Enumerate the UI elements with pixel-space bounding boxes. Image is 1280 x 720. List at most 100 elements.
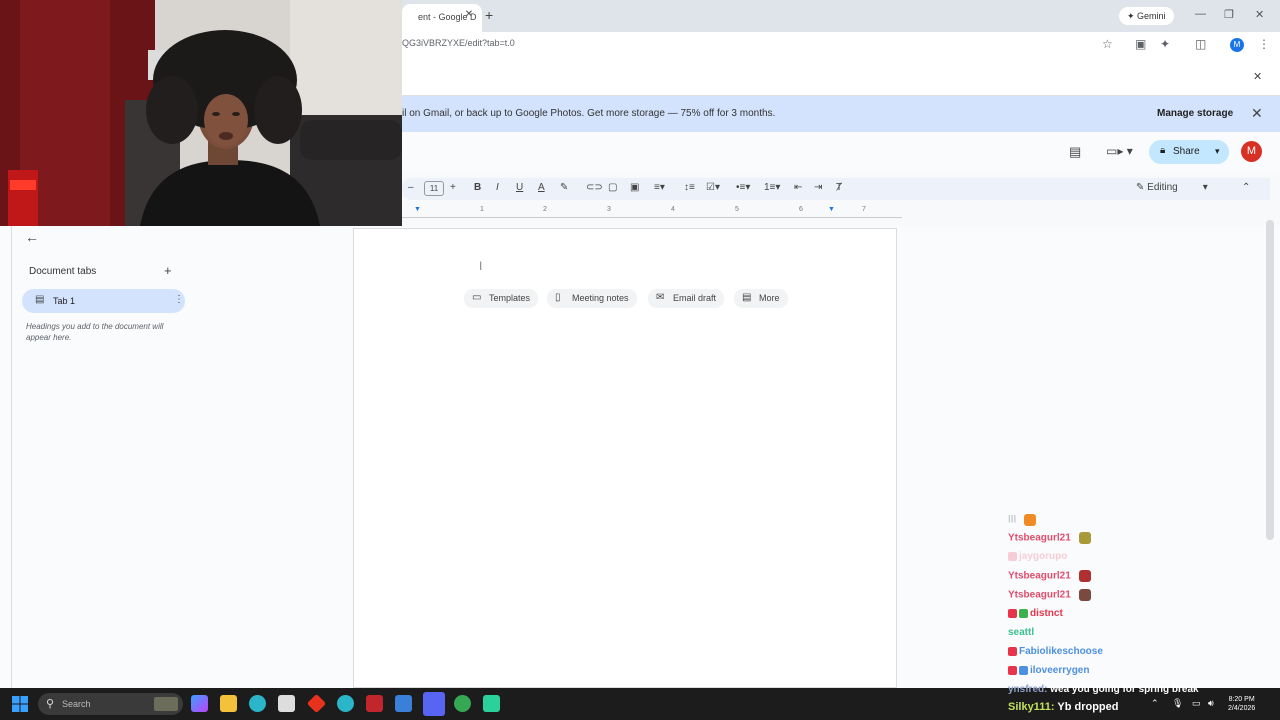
clear-format-icon[interactable]: Ⱦ	[836, 182, 842, 193]
align-icon[interactable]: ≡▾	[654, 182, 665, 193]
vertical-ruler	[0, 226, 12, 688]
line-spacing-icon[interactable]: ↕≡	[684, 182, 695, 193]
document-tab-item[interactable]: ▤ Tab 1 ⋮	[22, 289, 185, 313]
system-clock[interactable]: 8:20 PM 2/4/2026	[1228, 695, 1255, 713]
clock-time: 8:20 PM	[1228, 696, 1255, 703]
bookmark-star-icon[interactable]: ☆	[1102, 37, 1113, 51]
bullet-list-icon[interactable]: •≡▾	[736, 182, 750, 193]
chrome-icon[interactable]	[454, 695, 471, 712]
banner-close-icon[interactable]: ✕	[1251, 105, 1263, 122]
increase-font-icon[interactable]: +	[450, 182, 456, 193]
italic-icon[interactable]: I	[496, 182, 499, 193]
discord-icon[interactable]	[423, 692, 445, 716]
windows-start-icon[interactable]	[12, 696, 28, 712]
add-tab-button[interactable]: +	[164, 263, 172, 278]
puzzle-icon[interactable]: ✦	[1160, 37, 1170, 51]
volume-icon[interactable]: 🔊︎	[1208, 698, 1214, 709]
editing-mode-dropdown[interactable]: ✎ Editing ▾	[1136, 182, 1208, 193]
email-draft-icon: ✉	[656, 292, 665, 303]
share-button[interactable]: 🔒︎ Share ▾	[1149, 140, 1229, 164]
gemini-button[interactable]: ✦ Gemini	[1119, 7, 1174, 25]
close-icon[interactable]: ✕	[1253, 70, 1262, 83]
chip-label: More	[759, 293, 780, 303]
badge-icon	[1008, 551, 1017, 561]
microphone-icon[interactable]: 🎙︎	[1172, 698, 1183, 709]
chat-message: Silky111: Yb dropped	[1008, 701, 1118, 713]
numbered-list-icon[interactable]: 1≡▾	[764, 182, 780, 193]
checklist-icon[interactable]: ☑▾	[706, 182, 720, 193]
ruler-tick: 5	[735, 206, 739, 213]
comments-icon[interactable]: ▤	[1069, 144, 1081, 160]
decrease-font-icon[interactable]: –	[408, 182, 414, 193]
chat-user: ynsfred:	[1008, 684, 1048, 695]
bold-icon[interactable]: B	[474, 182, 481, 193]
indent-icon[interactable]: ⇥	[814, 182, 822, 193]
outdent-icon[interactable]: ⇤	[794, 182, 802, 193]
font-size-field[interactable]: 11	[424, 181, 444, 196]
highlight-icon[interactable]: ✎	[560, 182, 568, 193]
side-panel-icon[interactable]: ◫	[1195, 37, 1206, 51]
profile-avatar[interactable]: M	[1230, 38, 1244, 52]
store-icon[interactable]	[278, 695, 295, 712]
avatar[interactable]: M	[1241, 141, 1262, 162]
network-icon[interactable]: ▭	[1192, 698, 1201, 709]
chat-message: Ytsbeagurl21	[1008, 532, 1091, 544]
tab-close-icon[interactable]: ✕	[462, 8, 476, 22]
mail-icon[interactable]	[395, 695, 412, 712]
more-chip[interactable]: ▤ More	[734, 289, 788, 308]
extension-icon[interactable]: ▣	[1135, 37, 1146, 51]
comment-add-icon[interactable]: ▢	[608, 182, 617, 193]
document-page[interactable]: I ▭ Templates ▯ Meeting notes ✉ Email dr…	[353, 228, 897, 688]
minimize-button[interactable]: —	[1195, 8, 1206, 20]
meet-icon[interactable]: ▭▸ ▾	[1106, 144, 1133, 158]
clock-date: 2/4/2026	[1228, 705, 1256, 712]
link-icon[interactable]: ⊂⊃	[586, 182, 603, 193]
app-icon[interactable]	[306, 693, 327, 714]
restore-button[interactable]: ❐	[1224, 8, 1234, 21]
meeting-notes-chip[interactable]: ▯ Meeting notes	[547, 289, 637, 308]
url-text[interactable]: QG3iVBRZYXE/edit?tab=t.0	[402, 38, 515, 48]
badge-icon	[1019, 665, 1028, 675]
underline-icon[interactable]: U	[516, 182, 523, 193]
chat-user: seattl	[1008, 627, 1035, 638]
tab-options-icon[interactable]: ⋮	[174, 294, 184, 305]
horizontal-ruler: ▼ 1 2 3 4 5 6 ▼ 7	[402, 204, 902, 218]
new-tab-button[interactable]: +	[485, 7, 493, 23]
right-margin-marker-icon[interactable]: ▼	[828, 206, 835, 213]
edge-icon[interactable]	[249, 695, 266, 712]
ruler-tick: 2	[543, 206, 547, 213]
chat-text: wea you going for spring break	[1050, 684, 1199, 695]
app-icon[interactable]	[483, 695, 500, 712]
manage-storage-link[interactable]: Manage storage	[1157, 108, 1233, 119]
templates-chip[interactable]: ▭ Templates	[464, 289, 539, 308]
ruler-tick: 4	[671, 206, 675, 213]
chat-text: Yb dropped	[1057, 701, 1119, 713]
security-app-icon[interactable]	[366, 695, 383, 712]
webcam-overlay	[0, 0, 402, 226]
chat-user: Ytsbeagurl21	[1008, 532, 1071, 544]
back-arrow-icon[interactable]: ←	[25, 229, 39, 245]
chevron-down-icon[interactable]: ▾	[1215, 146, 1220, 157]
edge-beta-icon[interactable]	[337, 695, 354, 712]
editing-label: Editing	[1147, 182, 1178, 193]
file-explorer-icon[interactable]	[220, 695, 237, 712]
copilot-icon[interactable]	[191, 695, 208, 712]
chat-user: Silky111:	[1008, 701, 1055, 713]
document-tab-icon: ▤	[35, 294, 45, 305]
chevron-up-icon[interactable]: ⌃	[1151, 698, 1159, 709]
chevron-up-icon[interactable]: ⌃	[1242, 182, 1250, 193]
text-color-icon[interactable]: A	[538, 182, 545, 193]
chat-message: distnct	[1008, 608, 1063, 619]
banner-message: il on Gmail, or back up to Google Photos…	[402, 108, 776, 119]
image-icon[interactable]: ▣	[630, 182, 639, 193]
browser-menu-icon[interactable]: ⋮	[1258, 37, 1270, 51]
webcam-image	[0, 0, 402, 226]
window-close-button[interactable]: ✕	[1255, 8, 1264, 21]
indent-marker-icon[interactable]: ▼	[414, 206, 421, 213]
email-draft-chip[interactable]: ✉ Email draft	[648, 289, 725, 308]
taskbar-search[interactable]: ⚲ Search	[38, 693, 183, 715]
chat-user: Ytsbeagurl21	[1008, 589, 1071, 601]
chat-message: seattl	[1008, 627, 1034, 638]
vertical-scrollbar[interactable]	[1266, 220, 1274, 540]
chip-label: Email draft	[673, 293, 717, 303]
